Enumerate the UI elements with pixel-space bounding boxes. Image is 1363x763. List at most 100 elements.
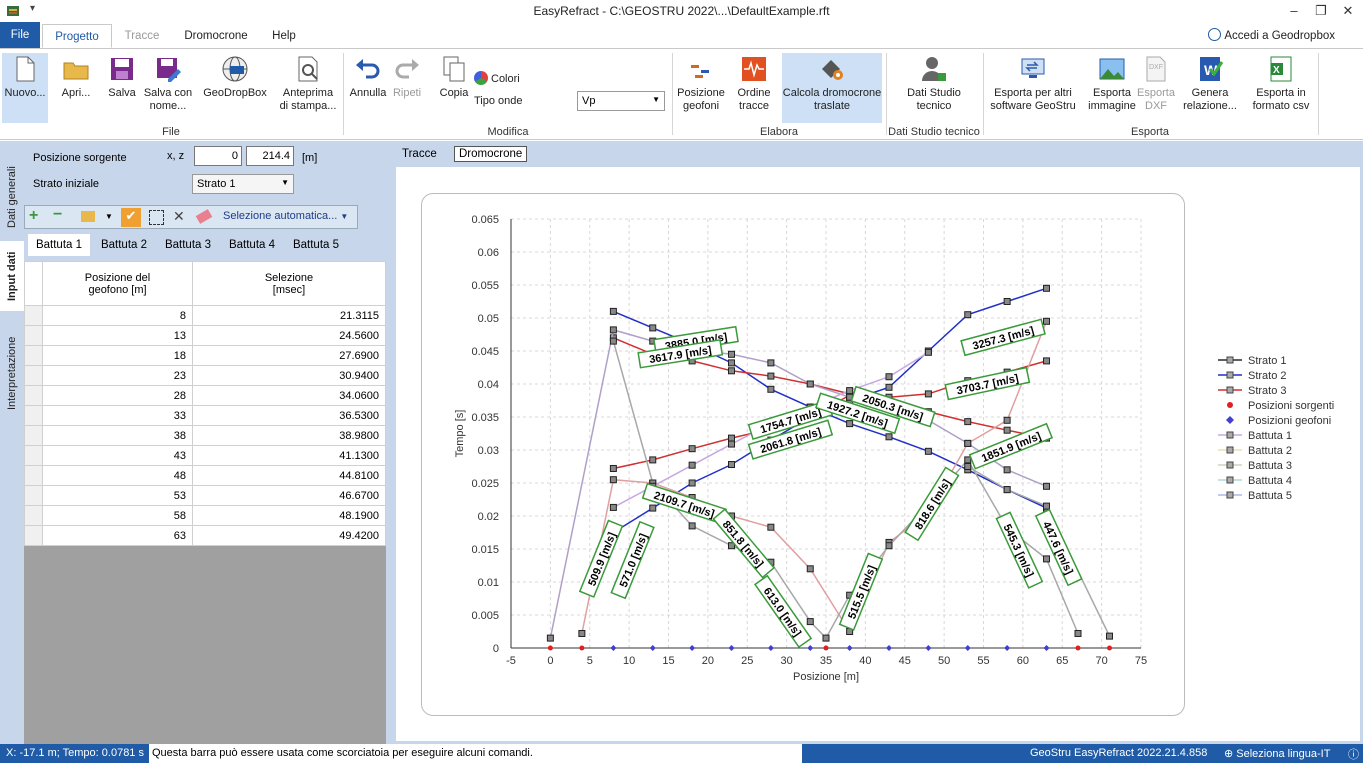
- table-row[interactable]: 28 34.0600: [24, 385, 386, 406]
- tab-battuta-3[interactable]: Battuta 3: [158, 234, 218, 256]
- tab-battuta-5[interactable]: Battuta 5: [286, 234, 346, 256]
- esporta-dxf-button[interactable]: DXF Esporta DXF: [1136, 53, 1176, 113]
- minimize-button[interactable]: –: [1279, 0, 1309, 22]
- cell-posizione[interactable]: 28: [42, 385, 193, 406]
- geodropbox-button[interactable]: GeoDropBox: [202, 53, 268, 100]
- info-icon[interactable]: ⓘ: [1348, 746, 1359, 762]
- source-z-input[interactable]: 214.4: [246, 146, 294, 166]
- cell-posizione[interactable]: 58: [42, 505, 193, 526]
- tab-dati-generali[interactable]: Dati generali: [0, 155, 24, 239]
- esporta-immagine-button[interactable]: Esporta immagine: [1088, 53, 1136, 113]
- apri-button[interactable]: Apri...: [54, 53, 98, 100]
- restore-button[interactable]: ❐: [1306, 0, 1336, 22]
- cell-selezione[interactable]: 34.0600: [192, 385, 386, 406]
- table-row[interactable]: 8 21.3115: [24, 305, 386, 326]
- salva-con-nome-button[interactable]: Salva con nome...: [142, 53, 194, 113]
- tab-file[interactable]: File: [0, 22, 40, 48]
- row-header[interactable]: [24, 525, 43, 546]
- tab-interpretazione[interactable]: Interpretazione: [0, 321, 24, 425]
- cell-selezione[interactable]: 38.9800: [192, 425, 386, 446]
- row-header[interactable]: [24, 305, 43, 326]
- dati-studio-tecnico-button[interactable]: Dati Studio tecnico: [898, 53, 970, 113]
- ripeti-button[interactable]: Ripeti: [388, 53, 426, 100]
- selezione-automatica-button[interactable]: Selezione automatica... ▼: [223, 210, 348, 222]
- tab-battuta-2[interactable]: Battuta 2: [94, 234, 154, 256]
- select-area-icon[interactable]: [149, 210, 164, 225]
- cell-selezione[interactable]: 49.4200: [192, 525, 386, 546]
- table-row[interactable]: 63 49.4200: [24, 525, 386, 546]
- remove-icon[interactable]: −: [53, 206, 62, 224]
- row-header[interactable]: [24, 345, 43, 366]
- folder-icon[interactable]: [81, 211, 95, 222]
- tab-progetto[interactable]: Progetto: [42, 24, 112, 48]
- table-row[interactable]: 18 27.6900: [24, 345, 386, 366]
- strato-iniziale-select[interactable]: Strato 1 ▼: [192, 174, 294, 194]
- col-header-selezione[interactable]: Selezione [msec]: [192, 261, 386, 306]
- table-row[interactable]: 23 30.9400: [24, 365, 386, 386]
- check-icon[interactable]: ✔: [121, 208, 141, 227]
- nuovo-button[interactable]: Nuovo...: [2, 53, 48, 123]
- tab-tracce[interactable]: Tracce: [114, 24, 170, 48]
- cell-posizione[interactable]: 48: [42, 465, 193, 486]
- row-header[interactable]: [24, 325, 43, 346]
- cell-selezione[interactable]: 48.1900: [192, 505, 386, 526]
- cell-selezione[interactable]: 41.1300: [192, 445, 386, 466]
- row-header[interactable]: [24, 425, 43, 446]
- calcola-dromocrone-button[interactable]: Calcola dromocrone traslate: [782, 53, 882, 123]
- cell-posizione[interactable]: 43: [42, 445, 193, 466]
- cell-selezione[interactable]: 44.8100: [192, 465, 386, 486]
- esporta-csv-button[interactable]: X Esporta in formato csv: [1248, 53, 1314, 113]
- posizione-geofoni-button[interactable]: Posizione geofoni: [676, 53, 726, 113]
- dromocrone-chart[interactable]: -5 0 5 10 15 20 25 30 35 40 45 50 55 60 65 70 75 0 0.005 0.…: [396, 167, 1360, 741]
- ordine-tracce-button[interactable]: Ordine tracce: [732, 53, 776, 113]
- esporta-altri-software-button[interactable]: Esporta per altri software GeoStru: [986, 53, 1080, 113]
- table-row[interactable]: 43 41.1300: [24, 445, 386, 466]
- row-header[interactable]: [24, 505, 43, 526]
- cell-selezione[interactable]: 30.9400: [192, 365, 386, 386]
- table-row[interactable]: 48 44.8100: [24, 465, 386, 486]
- annulla-button[interactable]: Annulla: [348, 53, 388, 100]
- row-header[interactable]: [24, 485, 43, 506]
- tipo-onde-select[interactable]: Vp ▼: [577, 91, 665, 111]
- source-x-input[interactable]: 0: [194, 146, 242, 166]
- salva-button[interactable]: Salva: [102, 53, 142, 100]
- cell-selezione[interactable]: 27.6900: [192, 345, 386, 366]
- account-button[interactable]: Accedi a Geodropbox: [1208, 28, 1335, 42]
- anteprima-button[interactable]: Anteprima di stampa...: [278, 53, 338, 113]
- tab-battuta-4[interactable]: Battuta 4: [222, 234, 282, 256]
- cell-posizione[interactable]: 8: [42, 305, 193, 326]
- col-header-posizione[interactable]: Posizione del geofono [m]: [42, 261, 193, 306]
- table-row[interactable]: 58 48.1900: [24, 505, 386, 526]
- row-header[interactable]: [24, 365, 43, 386]
- cell-selezione[interactable]: 36.5300: [192, 405, 386, 426]
- row-header[interactable]: [24, 445, 43, 466]
- row-header[interactable]: [24, 405, 43, 426]
- eraser-icon[interactable]: [195, 209, 213, 224]
- cell-posizione[interactable]: 18: [42, 345, 193, 366]
- cell-posizione[interactable]: 53: [42, 485, 193, 506]
- cell-posizione[interactable]: 33: [42, 405, 193, 426]
- table-row[interactable]: 53 46.6700: [24, 485, 386, 506]
- tab-help[interactable]: Help: [262, 24, 306, 48]
- delete-icon[interactable]: ✕: [173, 208, 185, 225]
- cell-posizione[interactable]: 38: [42, 425, 193, 446]
- cell-posizione[interactable]: 13: [42, 325, 193, 346]
- tab-dromocrone[interactable]: Dromocrone: [176, 24, 256, 48]
- table-row[interactable]: 38 38.9800: [24, 425, 386, 446]
- table-row[interactable]: 13 24.5600: [24, 325, 386, 346]
- cell-selezione[interactable]: 24.5600: [192, 325, 386, 346]
- cell-selezione[interactable]: 21.3115: [192, 305, 386, 326]
- tab-tracce-chart[interactable]: Tracce: [402, 148, 437, 160]
- language-button[interactable]: ⊕ Seleziona lingua-IT: [1224, 747, 1330, 760]
- command-bar[interactable]: Questa barra può essere usata come scorc…: [149, 744, 802, 763]
- colori-button[interactable]: Colori: [474, 71, 534, 86]
- tab-input-dati[interactable]: Input dati: [0, 241, 24, 311]
- cell-selezione[interactable]: 46.6700: [192, 485, 386, 506]
- tab-battuta-1[interactable]: Battuta 1: [28, 234, 90, 256]
- row-header[interactable]: [24, 385, 43, 406]
- copia-button[interactable]: Copia: [436, 53, 472, 100]
- row-header[interactable]: [24, 465, 43, 486]
- genera-relazione-button[interactable]: W Genera relazione...: [1180, 53, 1240, 113]
- add-icon[interactable]: +: [29, 207, 38, 225]
- cell-posizione[interactable]: 23: [42, 365, 193, 386]
